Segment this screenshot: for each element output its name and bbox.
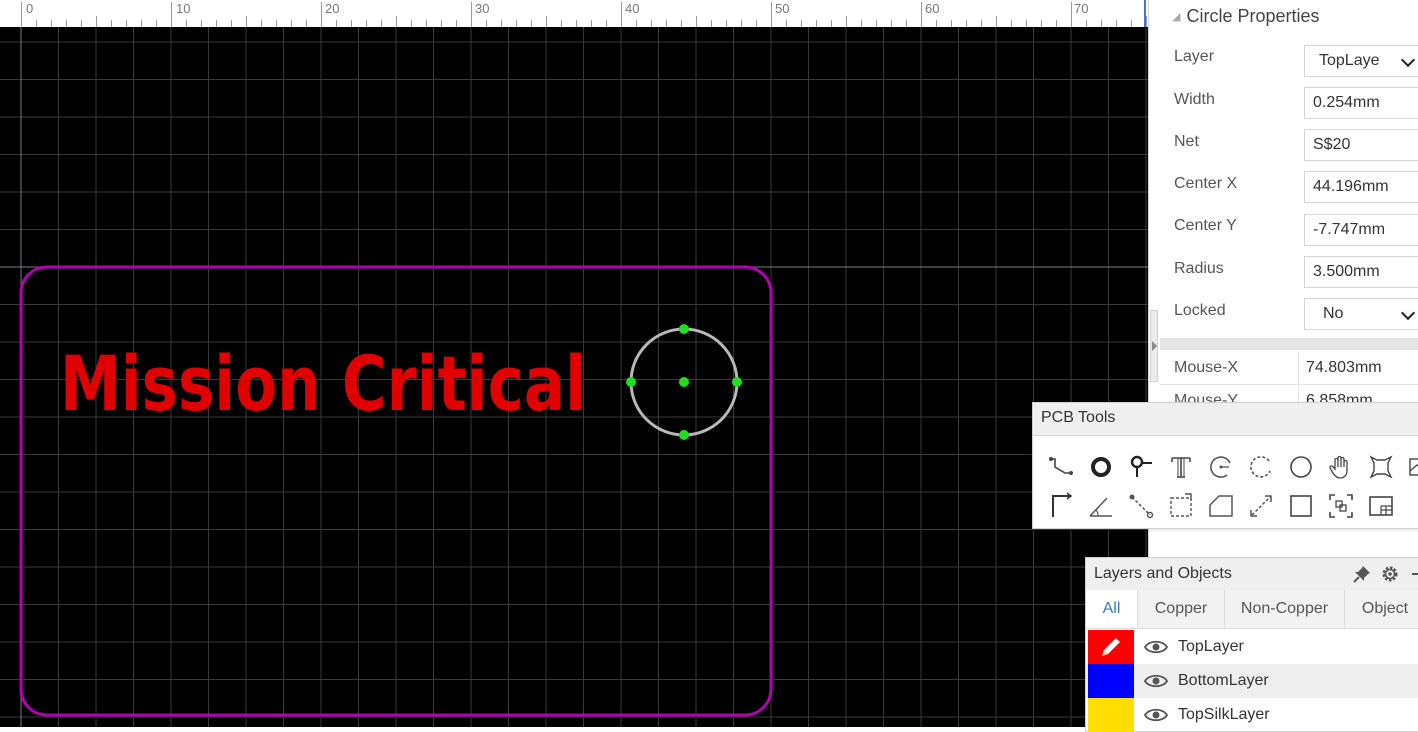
ruler-label: 50 (775, 1, 790, 16)
pcb-tools-title: PCB Tools (1041, 409, 1116, 426)
dimension-tool-icon[interactable] (1045, 490, 1077, 522)
pcb-drawing[interactable]: Mission Critical (0, 27, 1148, 727)
minimize-icon[interactable] (1408, 564, 1418, 584)
eye-icon[interactable] (1143, 637, 1169, 657)
mouse-x-value: 74.803mm (1306, 359, 1382, 376)
center-y-input[interactable]: -7.747mm (1304, 214, 1418, 246)
collapse-triangle-icon: ◢ (1172, 11, 1181, 23)
layers-and-objects-panel: Layers and Objects All Copper Non-Copper… (1085, 557, 1418, 732)
group-tool-icon[interactable] (1325, 490, 1357, 522)
chevron-down-icon (1400, 52, 1416, 68)
arc-center-tool-icon[interactable] (1205, 451, 1237, 483)
solid-region-icon[interactable] (1205, 490, 1237, 522)
ruler-label: 70 (1074, 1, 1089, 16)
ruler-label: 40 (625, 1, 640, 16)
properties-title-row[interactable]: ◢ Circle Properties (1172, 6, 1320, 27)
radius-label: Radius (1174, 260, 1224, 277)
layer-color-swatch[interactable] (1088, 630, 1134, 664)
layers-title: Layers and Objects (1094, 565, 1232, 582)
center-y-label: Center Y (1174, 217, 1237, 234)
layer-color-swatch[interactable] (1088, 664, 1134, 698)
width-label: Width (1174, 91, 1215, 108)
select-region-icon[interactable] (1165, 490, 1197, 522)
circle-right-handle[interactable] (732, 377, 742, 387)
gear-icon[interactable] (1380, 564, 1400, 584)
layers-tabs: All Copper Non-Copper Object (1086, 590, 1418, 629)
layer-name: BottomLayer (1178, 672, 1269, 689)
circle-center-handle[interactable] (679, 377, 689, 387)
image-tool-icon[interactable] (1405, 451, 1418, 483)
ruler-label: 0 (26, 1, 34, 16)
ruler-label: 60 (925, 1, 940, 16)
pad-tool-icon[interactable] (1085, 451, 1117, 483)
panel-collapse-handle[interactable] (1150, 310, 1158, 382)
radius-input[interactable]: 3.500mm (1304, 256, 1418, 288)
layer-row-bottomlayer[interactable]: BottomLayer (1086, 664, 1418, 698)
center-x-label: Center X (1174, 175, 1238, 192)
via-tool-icon[interactable] (1125, 451, 1157, 483)
net-input[interactable]: S$20 (1304, 129, 1418, 161)
track-tool-icon[interactable] (1045, 451, 1077, 483)
row-divider (1298, 352, 1299, 384)
chevron-down-icon (1400, 305, 1416, 321)
ruler-ticks (21, 0, 1147, 27)
ruler-label: 30 (475, 1, 490, 16)
circle-tool-icon[interactable] (1285, 451, 1317, 483)
text-tool-icon[interactable] (1165, 451, 1197, 483)
layer-name: TopLayer (1178, 638, 1244, 655)
layer-name: TopSilkLayer (1178, 706, 1270, 723)
copper-area-icon[interactable] (1365, 451, 1397, 483)
ruler-label: 10 (176, 1, 191, 16)
table-tool-icon[interactable] (1365, 490, 1397, 522)
circle-left-handle[interactable] (626, 377, 636, 387)
layer-label: Layer (1174, 48, 1215, 65)
rectangle-tool-icon[interactable] (1285, 490, 1317, 522)
properties-title: Circle Properties (1186, 6, 1320, 26)
pcb-tools-panel: PCB Tools (1032, 402, 1418, 529)
mouse-x-label: Mouse-X (1174, 359, 1239, 376)
locked-label: Locked (1174, 302, 1226, 319)
section-separator (1160, 338, 1418, 350)
protractor-tool-icon[interactable] (1085, 490, 1117, 522)
silk-text-mission-critical[interactable]: Mission Critical (60, 339, 586, 428)
tab-object[interactable]: Object (1345, 590, 1418, 628)
collapse-arrow-icon (1152, 341, 1157, 351)
tab-copper[interactable]: Copper (1138, 590, 1225, 628)
tab-all[interactable]: All (1086, 590, 1138, 628)
tab-non-copper[interactable]: Non-Copper (1225, 590, 1345, 628)
eye-icon[interactable] (1143, 705, 1169, 725)
width-input[interactable]: 0.254mm (1304, 87, 1418, 119)
net-label: Net (1174, 133, 1199, 150)
center-x-input[interactable]: 44.196mm (1304, 171, 1418, 203)
pin-icon[interactable] (1352, 564, 1372, 584)
measure-tool-icon[interactable] (1245, 490, 1277, 522)
layers-header[interactable]: Layers and Objects (1086, 558, 1418, 590)
locked-select[interactable]: No (1304, 298, 1418, 330)
eye-icon[interactable] (1143, 671, 1169, 691)
layer-select[interactable]: TopLaye (1304, 45, 1418, 77)
circle-top-handle[interactable] (679, 324, 689, 334)
layer-row-toplayer[interactable]: TopLayer (1086, 630, 1418, 664)
mouse-x-row: Mouse-X 74.803mm (1160, 352, 1418, 385)
pcb-canvas[interactable]: Mission Critical (0, 27, 1148, 727)
circle-bottom-handle[interactable] (679, 430, 689, 440)
arc-tool-icon[interactable] (1245, 451, 1277, 483)
horizontal-ruler: 0 10 20 30 40 50 60 70 (0, 0, 1148, 28)
connect-pad-tool-icon[interactable] (1125, 490, 1157, 522)
ruler-label: 20 (325, 1, 340, 16)
pencil-icon (1102, 638, 1120, 656)
pan-hand-icon[interactable] (1325, 451, 1357, 483)
layer-select-value: TopLaye (1319, 52, 1380, 69)
locked-select-value: No (1323, 305, 1344, 322)
pcb-tools-header[interactable]: PCB Tools (1033, 403, 1418, 436)
